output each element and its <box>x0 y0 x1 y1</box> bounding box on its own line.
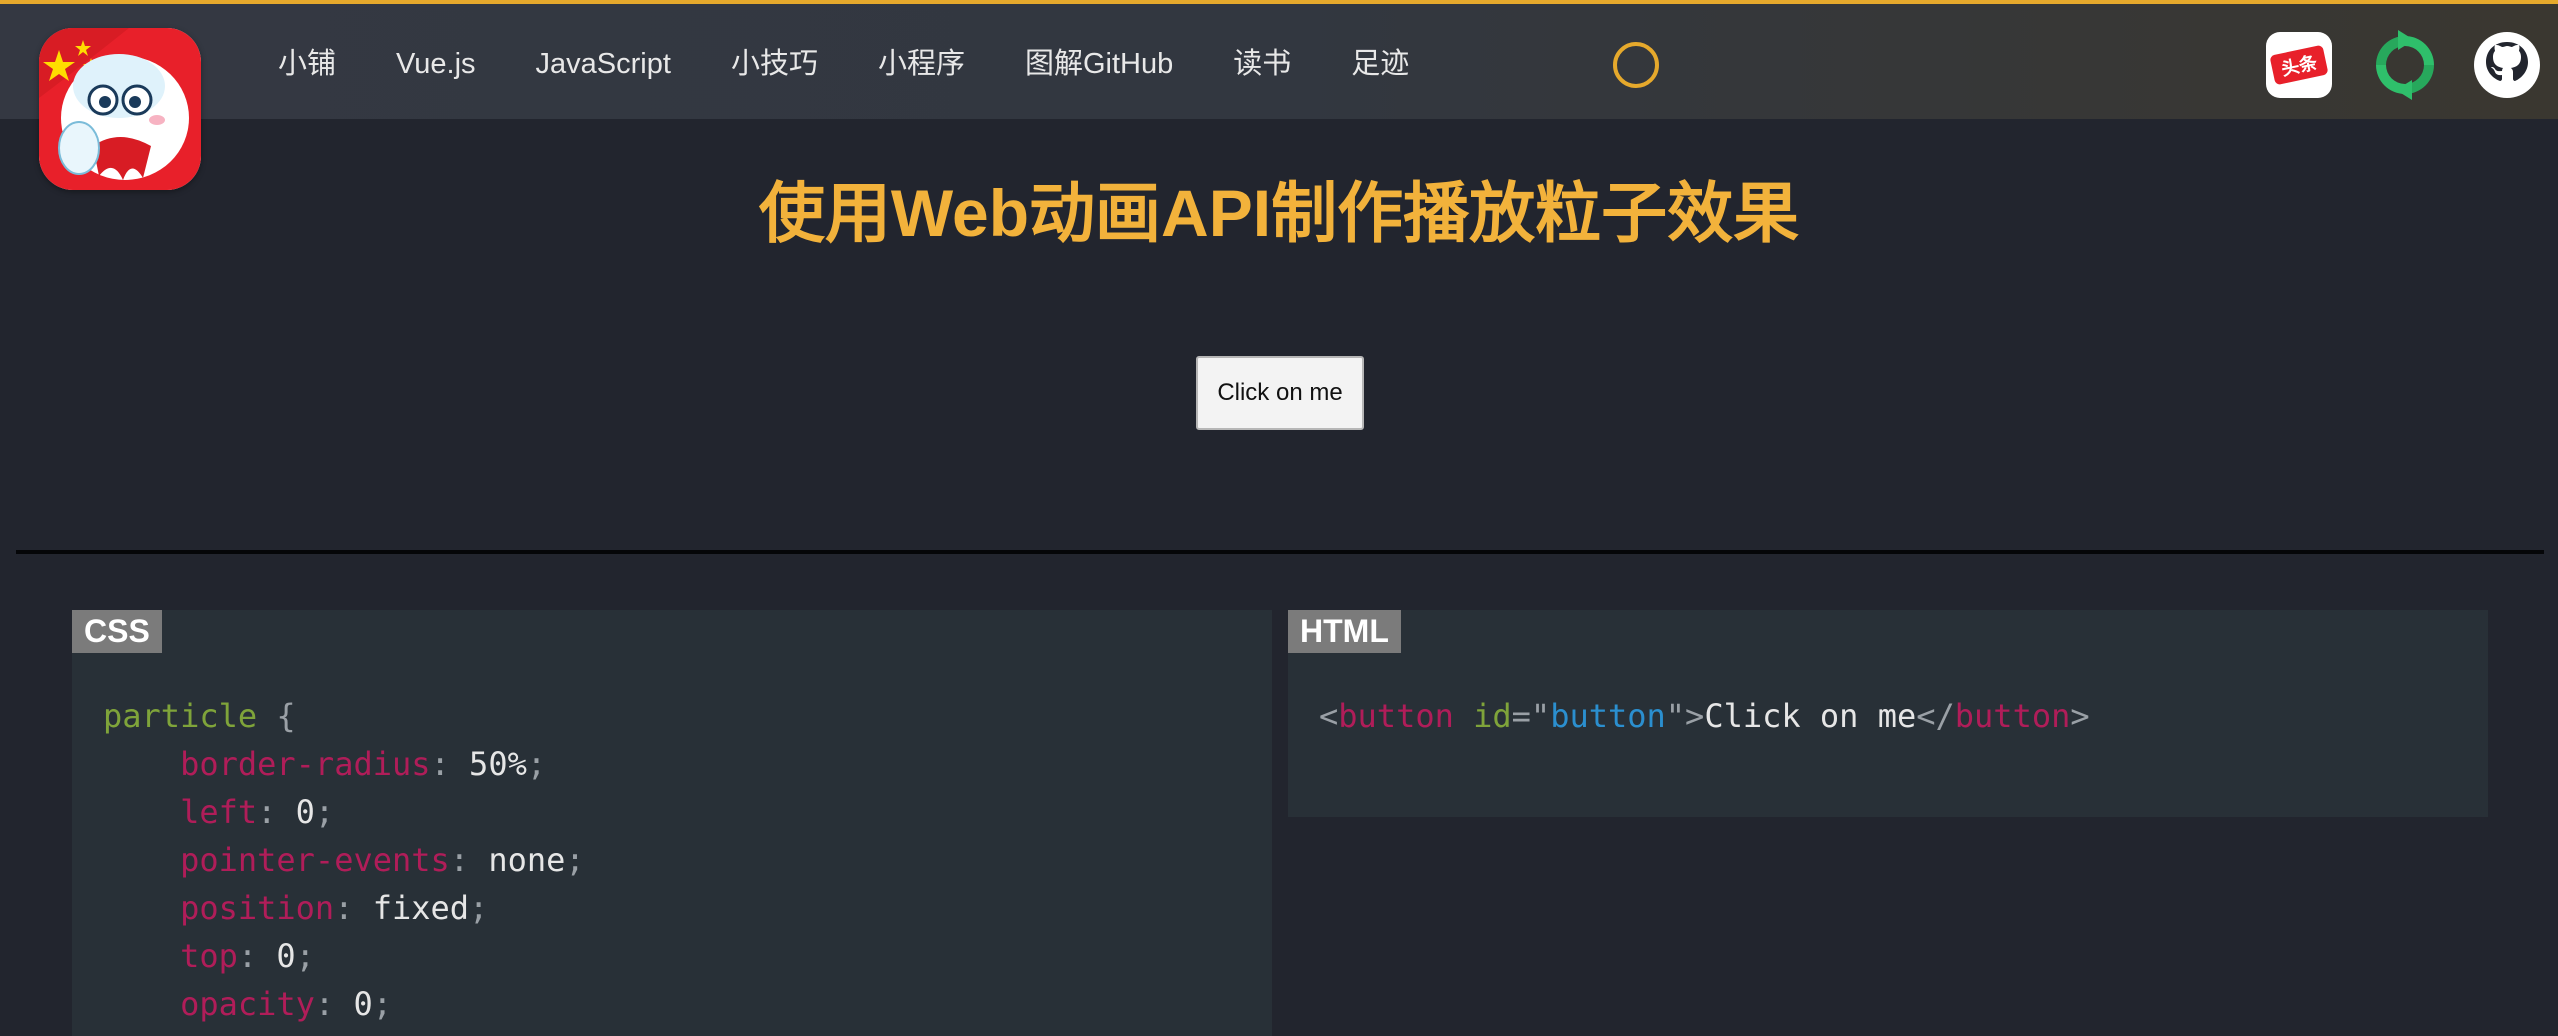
page: 小铺 Vue.js JavaScript 小技巧 小程序 图解GitHub 读书… <box>0 0 2558 1036</box>
nav-item-tips[interactable]: 小技巧 <box>701 28 848 100</box>
css-prop: left <box>180 793 258 831</box>
css-value: 50% <box>469 745 527 783</box>
css-prop: pointer-events <box>180 841 450 879</box>
nav-item-javascript[interactable]: JavaScript <box>506 28 701 100</box>
toutiao-icon[interactable]: 头条 <box>2262 28 2336 102</box>
html-attr-name: id <box>1473 697 1512 735</box>
section-divider <box>16 550 2544 554</box>
css-panel-tag: CSS <box>72 610 162 653</box>
nav-item-vuejs[interactable]: Vue.js <box>366 28 506 100</box>
theme-toggle-circle-icon[interactable] <box>1613 42 1659 88</box>
github-icon[interactable] <box>2470 28 2544 102</box>
html-code-panel: HTML <button id="button">Click on me</bu… <box>1288 610 2488 817</box>
css-prop: border-radius <box>180 745 431 783</box>
css-open-brace: { <box>257 697 296 735</box>
nav-item-github-illustrated[interactable]: 图解GitHub <box>995 28 1203 100</box>
css-value: 0 <box>276 937 296 975</box>
nav-item-shop[interactable]: 小铺 <box>248 28 366 100</box>
css-value: none <box>488 841 566 879</box>
page-title: 使用Web动画API制作播放粒子效果 <box>758 176 1800 250</box>
html-panel-tag: HTML <box>1288 610 1401 653</box>
css-value: 0 <box>295 793 315 831</box>
refresh-logo-icon[interactable] <box>2368 28 2442 102</box>
css-prop: top <box>180 937 238 975</box>
css-prop: opacity <box>180 985 315 1023</box>
toutiao-icon-graphic: 头条 <box>2266 32 2332 98</box>
mascot-logo-icon <box>39 28 201 190</box>
html-open-tag: button <box>1338 697 1454 735</box>
html-close-tag: button <box>1954 697 2071 735</box>
nav-item-reading[interactable]: 读书 <box>1203 28 1321 100</box>
css-prop: position <box>180 889 335 927</box>
refresh-logo-icon-graphic <box>2376 30 2434 100</box>
nav-item-footprints[interactable]: 足迹 <box>1321 28 1439 100</box>
html-attr-value: button <box>1550 697 1666 735</box>
demo-click-button[interactable]: Click on me <box>1196 356 1364 430</box>
css-code-panel: CSS particle { border-radius: 50%; left:… <box>72 610 1272 1036</box>
main-nav: 小铺 Vue.js JavaScript 小技巧 小程序 图解GitHub 读书… <box>248 28 1439 100</box>
css-code-block: particle { border-radius: 50%; left: 0; … <box>103 697 585 1023</box>
github-icon-graphic <box>2474 32 2540 98</box>
nav-item-miniprogram[interactable]: 小程序 <box>848 28 995 100</box>
css-value: 0 <box>353 985 373 1023</box>
css-selector: particle <box>103 697 258 735</box>
html-inner-text: Click on me <box>1704 697 1917 735</box>
html-code-block: <button id="button">Click on me</button> <box>1319 697 2090 735</box>
site-logo[interactable] <box>39 28 201 190</box>
css-value: fixed <box>372 889 470 927</box>
